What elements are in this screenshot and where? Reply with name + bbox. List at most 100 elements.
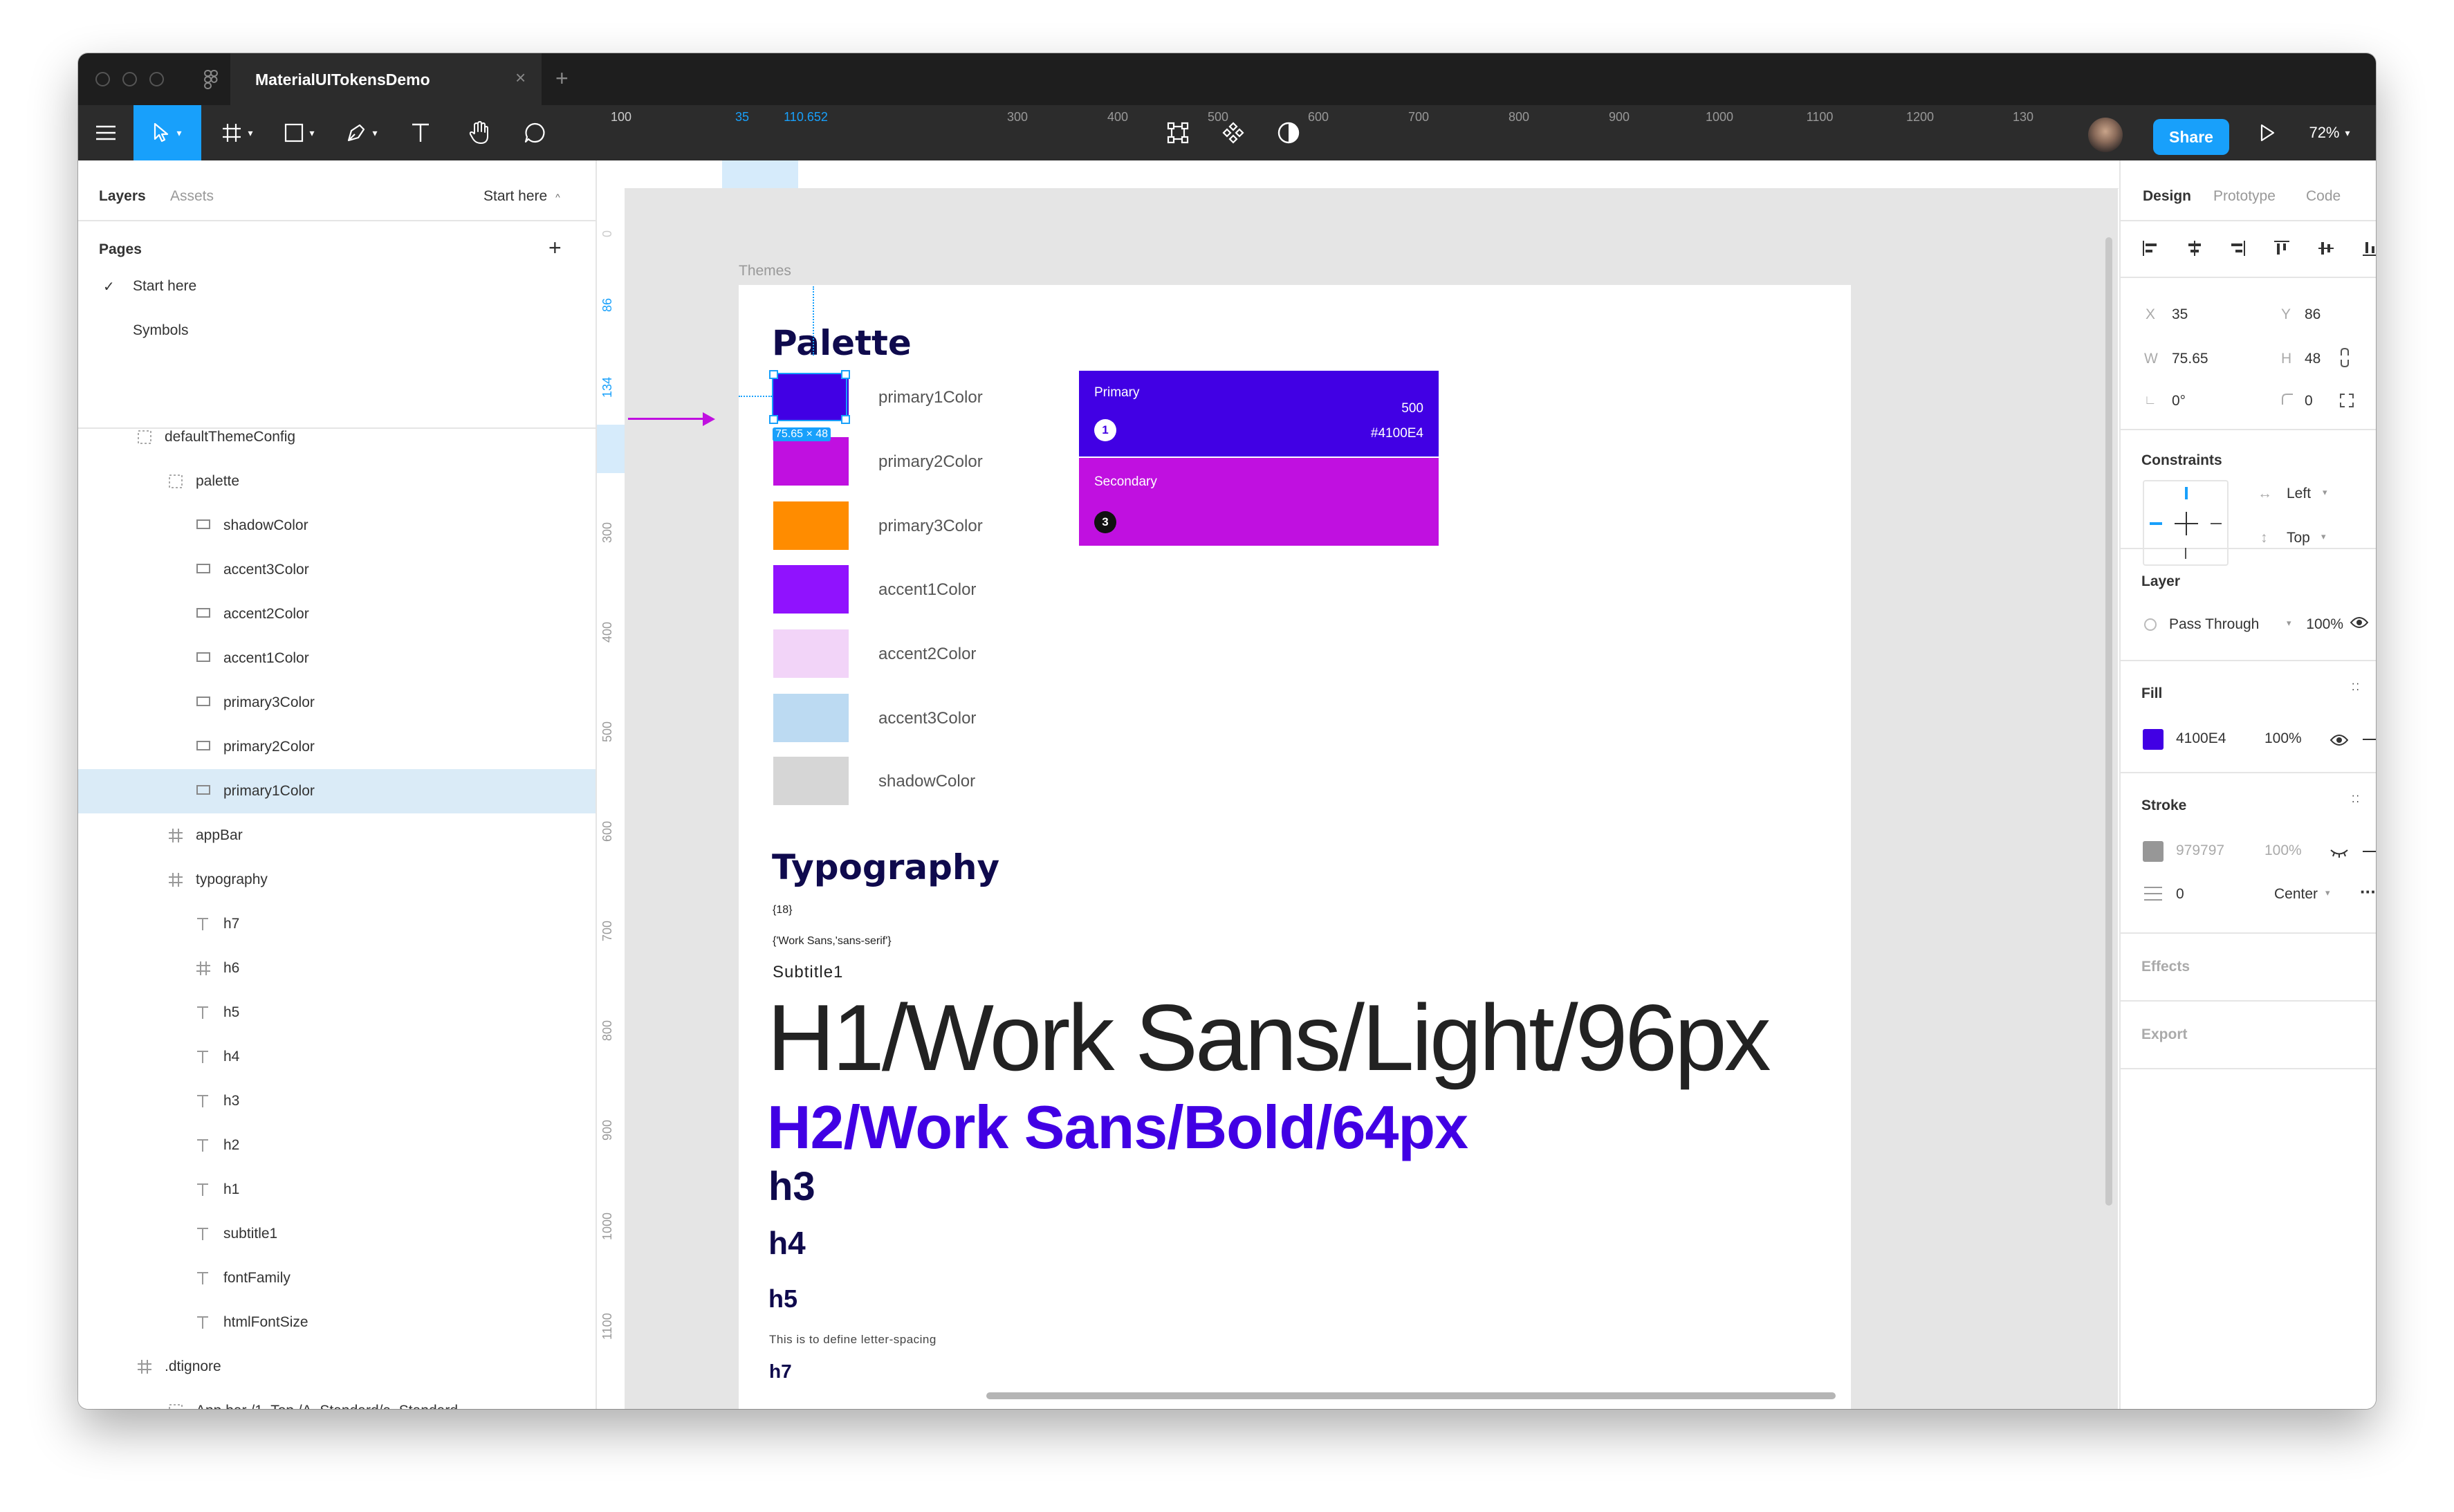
resize-handle[interactable] [841,415,850,424]
figma-logo-icon[interactable] [204,70,218,89]
layer-item[interactable]: h2 [78,1123,596,1168]
layer-item[interactable]: h3 [78,1079,596,1123]
layer-opacity-input[interactable]: 100% [2306,616,2343,633]
shape-tool-icon[interactable]: ▾ [272,105,327,160]
close-tab-icon[interactable]: × [515,67,526,89]
menu-icon[interactable] [78,105,133,160]
y-input[interactable]: 86 [2305,306,2321,323]
tab-assets[interactable]: Assets [170,188,214,205]
fill-color-swatch[interactable] [2143,729,2164,750]
share-button[interactable]: Share [2153,119,2229,155]
avatar[interactable] [2088,118,2123,152]
styles-icon[interactable]: ⁚⁚ [2352,682,2361,692]
resize-handle[interactable] [841,370,850,379]
constraint-top-handle[interactable] [2185,487,2188,499]
layer-item[interactable]: h4 [78,1035,596,1079]
frame-tool-icon[interactable]: ▾ [210,105,265,160]
align-vertical-center-icon[interactable] [2317,239,2335,257]
horizontal-scrollbar[interactable] [986,1392,1836,1399]
more-options-icon[interactable]: ··· [2360,881,2376,903]
selection-box[interactable] [769,370,850,424]
page-item-start-here[interactable]: ✓ Start here [78,264,596,308]
move-tool-icon[interactable]: ▾ [133,105,201,160]
palette-swatch[interactable] [773,629,849,678]
page-item-symbols[interactable]: Symbols [78,308,596,353]
layer-item[interactable]: subtitle1 [78,1212,596,1256]
layer-item[interactable]: h6 [78,946,596,990]
layer-item[interactable]: primary3Color [78,681,596,725]
layer-item[interactable]: App bar /1. Top /A. Standard/a. Standard [78,1389,596,1409]
add-page-icon[interactable]: + [548,235,562,261]
blend-mode-select[interactable]: Pass Through [2169,616,2259,633]
pen-tool-icon[interactable]: ▾ [334,105,389,160]
layer-item[interactable]: accent2Color [78,592,596,636]
stroke-opacity-input[interactable]: 100% [2264,842,2302,859]
zoom-control[interactable]: 72% ▾ [2295,105,2364,160]
vertical-constraint-select[interactable]: Top [2287,530,2310,546]
layer-item[interactable]: h1 [78,1168,596,1212]
remove-fill-icon[interactable] [2363,739,2376,740]
layer-item[interactable]: defaultThemeConfig [78,415,596,459]
primary-appbar[interactable]: Primary 500 #4100E4 1 [1079,371,1439,457]
hand-tool-icon[interactable] [452,105,507,160]
layer-item[interactable]: primary1Color [78,769,596,813]
mask-icon[interactable] [1264,105,1313,160]
styles-icon[interactable]: ⁚⁚ [2352,794,2361,804]
align-right-icon[interactable] [2229,239,2247,257]
layer-item[interactable]: accent1Color [78,636,596,681]
layer-item[interactable]: h5 [78,990,596,1035]
align-left-icon[interactable] [2141,239,2159,257]
layer-item[interactable]: appBar [78,813,596,858]
close-window-button[interactable] [95,72,110,86]
align-horizontal-center-icon[interactable] [2186,239,2204,257]
text-tool-icon[interactable] [396,105,445,160]
tab-layers[interactable]: Layers [99,188,146,205]
height-input[interactable]: 48 [2305,351,2321,367]
maximize-window-button[interactable] [149,72,164,86]
eye-closed-icon[interactable] [2330,848,2348,858]
constraint-left-handle[interactable] [2150,522,2162,525]
layer-item[interactable]: shadowColor [78,504,596,548]
frame-label[interactable]: Themes [739,263,791,279]
eye-icon[interactable] [2330,733,2348,747]
palette-swatch[interactable] [773,437,849,486]
width-input[interactable]: 75.65 [2172,351,2208,367]
tab-design[interactable]: Design [2143,188,2191,205]
tab-code[interactable]: Code [2306,188,2341,205]
minimize-window-button[interactable] [122,72,137,86]
palette-swatch[interactable] [773,757,849,805]
constrain-proportions-icon[interactable] [2338,347,2352,368]
stroke-hex-input[interactable]: 979797 [2176,842,2224,859]
align-bottom-icon[interactable] [2361,239,2376,257]
new-tab-icon[interactable]: + [555,66,569,91]
rotation-input[interactable]: 0° [2172,393,2186,409]
resize-handle[interactable] [769,415,778,424]
layer-item[interactable]: h7 [78,902,596,946]
align-top-icon[interactable] [2273,239,2291,257]
constraint-right-handle[interactable] [2211,523,2222,524]
remove-stroke-icon[interactable] [2363,851,2376,852]
tab-prototype[interactable]: Prototype [2213,188,2276,205]
x-input[interactable]: 35 [2172,306,2188,323]
layer-item[interactable]: primary2Color [78,725,596,769]
stroke-color-swatch[interactable] [2143,841,2164,862]
resize-handle[interactable] [769,370,778,379]
independent-corners-icon[interactable] [2339,393,2354,408]
eye-icon[interactable] [2350,616,2368,629]
secondary-appbar[interactable]: Secondary 3 [1079,458,1439,546]
layer-item[interactable]: fontFamily [78,1256,596,1300]
canvas[interactable]: Themes Palette primary1Color primary2Colo… [625,189,2118,1409]
stroke-align-select[interactable]: Center [2274,886,2318,903]
stroke-weight-input[interactable]: 0 [2176,886,2184,903]
fill-opacity-input[interactable]: 100% [2264,730,2302,747]
layer-item[interactable]: accent3Color [78,548,596,592]
create-component-icon[interactable] [1154,105,1202,160]
layer-item[interactable]: palette [78,459,596,504]
layer-item[interactable]: .dtignore [78,1345,596,1389]
comment-tool-icon[interactable] [507,105,562,160]
layer-item[interactable]: typography [78,858,596,902]
corner-radius-input[interactable]: 0 [2305,393,2313,409]
horizontal-constraint-select[interactable]: Left [2287,486,2311,502]
play-icon[interactable] [2250,105,2285,160]
layer-item[interactable]: htmlFontSize [78,1300,596,1345]
